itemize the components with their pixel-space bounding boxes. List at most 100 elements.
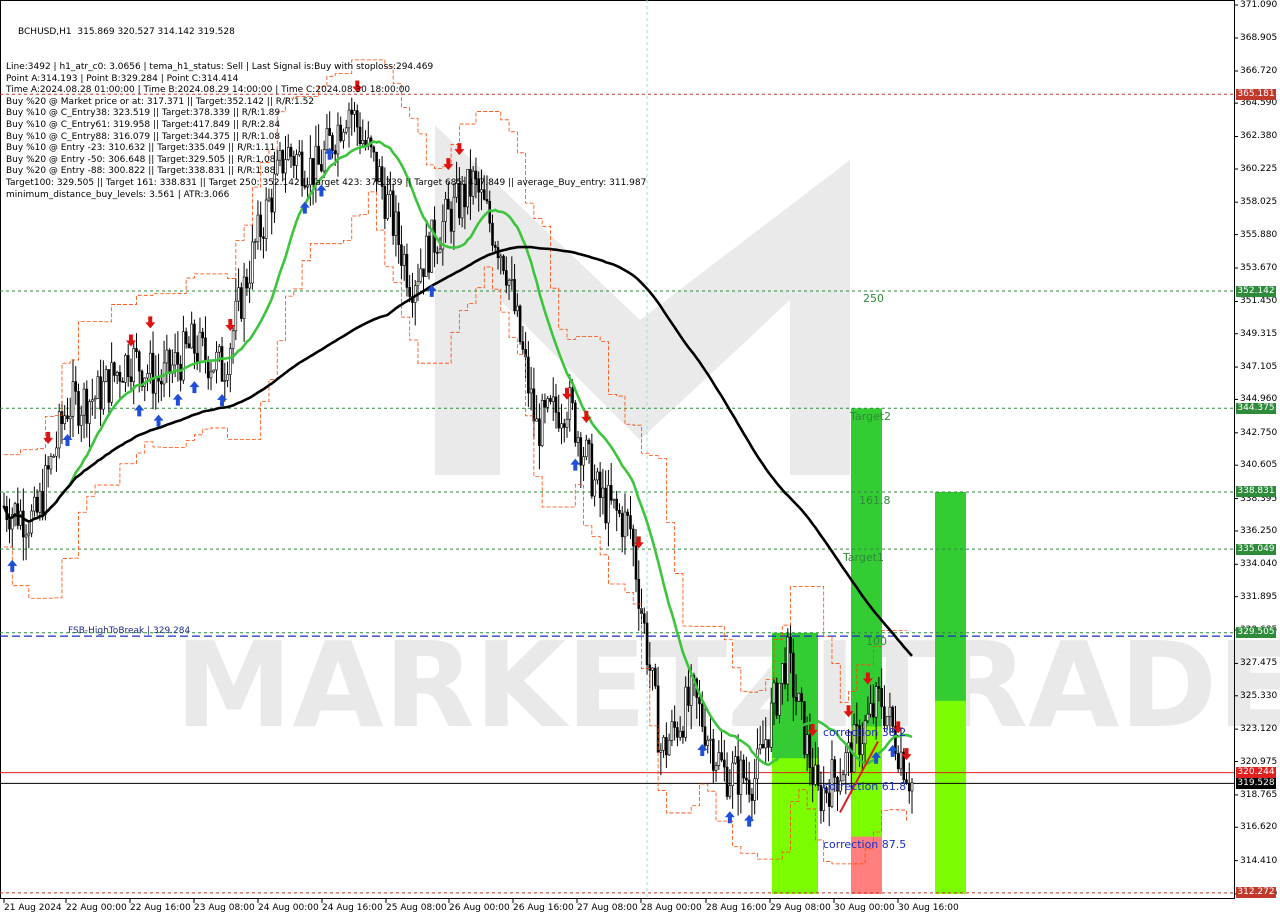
- candle-body: [118, 371, 122, 382]
- candle-body: [262, 236, 265, 239]
- candle-body: [424, 235, 428, 277]
- candle-body: [168, 349, 171, 374]
- info-line: Buy %10 @ C_Entry61: 319.958 || Target:4…: [6, 119, 281, 130]
- candle-body: [543, 399, 547, 408]
- candle-body: [607, 485, 610, 524]
- info-line: Buy %10 @ C_Entry38: 323.519 || Target:3…: [6, 108, 281, 119]
- candle-body: [126, 355, 130, 378]
- candle-body: [104, 369, 108, 382]
- candle-body: [734, 756, 737, 764]
- candle-body: [529, 388, 533, 394]
- candle-body: [187, 343, 191, 349]
- candle-body: [93, 397, 97, 401]
- candle-body: [623, 511, 627, 538]
- candle-body: [237, 287, 240, 302]
- candle-body: [256, 214, 260, 243]
- candle-body: [582, 456, 585, 466]
- candle-body: [444, 198, 447, 222]
- target-250-label: 250: [863, 292, 884, 305]
- candle-body: [783, 663, 787, 685]
- candle-body: [665, 737, 668, 756]
- candle-body: [449, 208, 453, 232]
- candle-body: [819, 785, 823, 812]
- candle-body: [115, 371, 119, 376]
- target-100-label: 100: [866, 635, 887, 648]
- info-panel: BCHUSD,H1 315.869 320.527 314.142 319.52…: [6, 4, 646, 200]
- candle-body: [438, 248, 442, 253]
- correction-618-label: correction 61.8: [823, 780, 907, 793]
- candle-body: [554, 396, 558, 413]
- candle-body: [626, 511, 630, 516]
- candle-body: [604, 487, 607, 524]
- candle-body: [242, 276, 246, 319]
- info-line: Buy %20 @ Entry -50: 306.648 || Target:3…: [6, 154, 276, 165]
- candle-body: [527, 356, 530, 394]
- info-lines: Line:3492 | h1_atr_c0: 3.0656 | tema_h1_…: [6, 62, 646, 200]
- candle-body: [8, 519, 11, 530]
- candle-body: [182, 331, 185, 381]
- candle-body: [240, 287, 243, 319]
- candle-body: [651, 667, 654, 671]
- candle-body: [849, 742, 853, 773]
- candle-body: [670, 721, 674, 741]
- candle-body: [654, 667, 657, 687]
- candle-body: [46, 465, 50, 470]
- candle-body: [601, 487, 605, 498]
- candle-body: [747, 779, 751, 795]
- candle-body: [709, 738, 712, 741]
- candle-body: [593, 479, 596, 497]
- candle-body: [179, 363, 182, 381]
- candle-body: [507, 279, 511, 286]
- candle-body: [789, 636, 792, 654]
- candle-body: [896, 753, 900, 770]
- candle-body: [408, 287, 412, 297]
- candle-body: [510, 279, 514, 281]
- candle-body: [146, 373, 149, 379]
- candle-body: [540, 399, 544, 446]
- candle-body: [706, 739, 710, 746]
- candle-body: [728, 785, 732, 797]
- candle-body: [502, 255, 505, 271]
- candle-body: [689, 675, 693, 706]
- candle-body: [165, 349, 169, 364]
- candle-body: [422, 268, 425, 277]
- candle-body: [866, 713, 870, 722]
- candle-body: [226, 374, 229, 381]
- candle-body: [877, 686, 881, 689]
- time-tick: 26 Aug 00:00: [449, 903, 510, 913]
- candle-body: [551, 396, 555, 402]
- candle-body: [52, 455, 55, 458]
- candle-body: [57, 411, 61, 449]
- candle-body: [634, 545, 638, 580]
- candle-body: [176, 352, 180, 365]
- price-tick: 323.120: [1240, 724, 1278, 735]
- candle-body: [720, 752, 723, 761]
- candle-body: [700, 703, 704, 727]
- price-tick: 314.410: [1240, 855, 1278, 866]
- candle-body: [907, 782, 911, 792]
- candle-body: [33, 496, 36, 512]
- candle-body: [808, 734, 812, 768]
- candle-body: [778, 682, 781, 716]
- chart-window[interactable]: MARKETZITRADE BCHUSD,H1 315.869 320.527 …: [0, 0, 1280, 920]
- candle-body: [63, 415, 67, 424]
- time-tick: 30 Aug 16:00: [898, 903, 959, 913]
- candle-body: [184, 331, 188, 345]
- price-tick: 366.720: [1240, 65, 1278, 76]
- info-line: minimum_distance_buy_levels: 3.561 | ATR…: [6, 189, 230, 200]
- candle-body: [794, 696, 798, 702]
- time-tick: 21 Aug 2024: [4, 903, 62, 913]
- candle-body: [775, 682, 779, 716]
- candle-body: [880, 688, 883, 708]
- candle-body: [648, 664, 652, 671]
- candle-body: [816, 764, 820, 786]
- price-tag: 338.831: [1236, 486, 1276, 498]
- candle-body: [612, 498, 616, 501]
- buy-arrow-icon: [217, 393, 228, 406]
- time-tick: 25 Aug 08:00: [386, 903, 447, 913]
- candle-body: [135, 348, 138, 352]
- price-tick: 364.590: [1240, 98, 1278, 109]
- candle-body: [910, 782, 914, 792]
- candle-body: [513, 279, 516, 312]
- candle-body: [596, 471, 599, 481]
